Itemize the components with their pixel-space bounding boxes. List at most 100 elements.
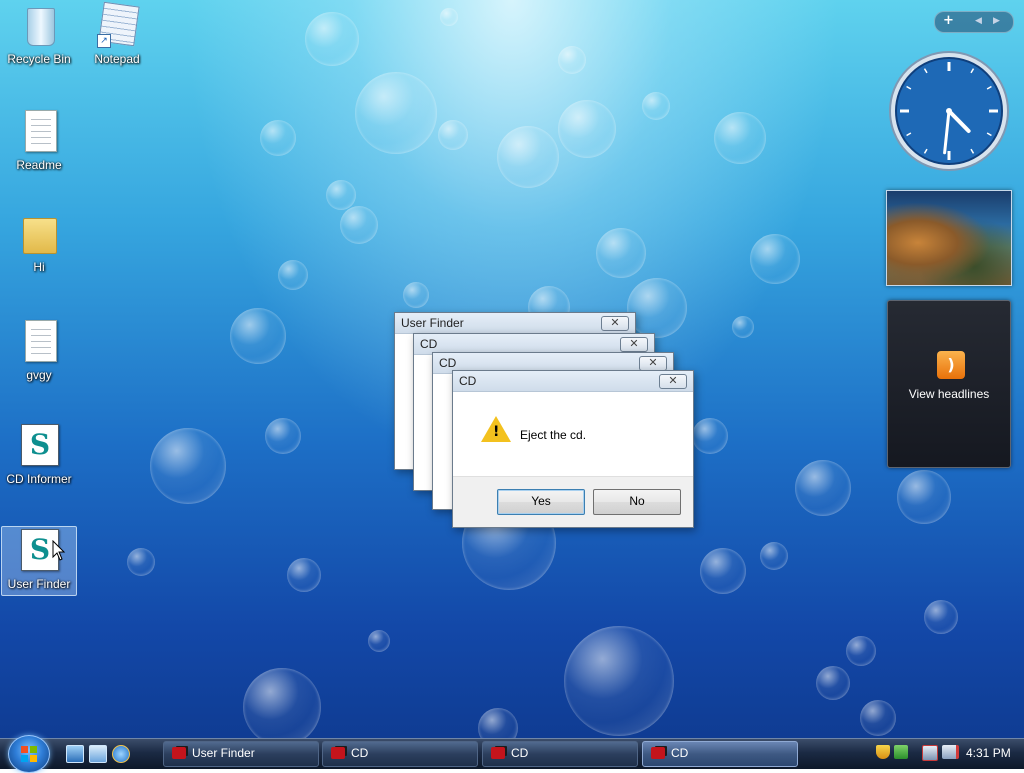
script-icon: S bbox=[19, 424, 59, 468]
sidebar-toolbar: + ◀ ▶ bbox=[934, 11, 1014, 33]
bubble bbox=[846, 636, 876, 666]
bubble bbox=[596, 228, 646, 278]
dialog-title: CD bbox=[420, 337, 438, 351]
desktop-icon-notepad[interactable]: ↗ Notepad bbox=[80, 1, 154, 70]
taskbar-button-label: CD bbox=[351, 746, 369, 760]
bubble bbox=[440, 8, 458, 26]
bubble bbox=[497, 126, 559, 188]
close-button[interactable]: ✕ bbox=[601, 316, 629, 331]
bubble bbox=[230, 308, 286, 364]
bubble bbox=[243, 668, 321, 738]
switch-windows-icon[interactable] bbox=[89, 745, 107, 763]
close-button[interactable]: ✕ bbox=[639, 356, 667, 371]
mouse-cursor-icon bbox=[52, 540, 66, 561]
desktop-icon-readme[interactable]: Readme bbox=[2, 110, 76, 176]
app-icon bbox=[331, 747, 345, 759]
dialog-button-bar: Yes No bbox=[453, 476, 693, 527]
close-button[interactable]: ✕ bbox=[659, 374, 687, 389]
dialog-message: Eject the cd. bbox=[520, 428, 587, 442]
bubble bbox=[127, 548, 155, 576]
dialog-title: User Finder bbox=[401, 316, 464, 330]
desktop-icon-label: Recycle Bin bbox=[7, 52, 71, 66]
view-headlines-label[interactable]: View headlines bbox=[888, 387, 1010, 401]
taskbar-button-cd[interactable]: CD bbox=[322, 741, 478, 767]
show-desktop-icon[interactable] bbox=[66, 745, 84, 763]
dialog-title: CD bbox=[439, 356, 457, 370]
bubble bbox=[732, 316, 754, 338]
bubble bbox=[287, 558, 321, 592]
bubble bbox=[326, 180, 356, 210]
desktop-icon-label: Readme bbox=[16, 158, 62, 172]
bubble bbox=[627, 278, 687, 338]
desktop-icon-hi-folder[interactable]: Hi bbox=[2, 212, 76, 278]
bubble bbox=[478, 708, 518, 738]
bubble bbox=[355, 72, 437, 154]
app-icon bbox=[172, 747, 186, 759]
desktop-icon-gvgy[interactable]: gvgy bbox=[2, 320, 76, 386]
bubble bbox=[265, 418, 301, 454]
dialog-titlebar[interactable]: CD ✕ bbox=[453, 371, 693, 392]
desktop-icon-label: Notepad bbox=[94, 52, 140, 66]
bubble bbox=[860, 700, 896, 736]
bubble bbox=[816, 666, 850, 700]
slideshow-gadget[interactable] bbox=[886, 190, 1012, 286]
bubble bbox=[795, 460, 851, 516]
bubble bbox=[642, 92, 670, 120]
text-document-icon bbox=[19, 320, 59, 364]
yes-button[interactable]: Yes bbox=[497, 489, 585, 515]
desktop-icon-recycle-bin[interactable]: Recycle Bin bbox=[2, 4, 76, 70]
taskbar-button-cd-active[interactable]: CD bbox=[642, 741, 798, 767]
security-shield-icon[interactable] bbox=[876, 745, 890, 759]
taskbar-button-label: User Finder bbox=[192, 746, 255, 760]
dialog-body: ! Eject the cd. Yes No bbox=[453, 392, 693, 527]
next-page-button[interactable]: ▶ bbox=[993, 12, 1000, 30]
notepad-icon: ↗ bbox=[97, 1, 140, 48]
desktop-icon-label: User Finder bbox=[7, 577, 71, 591]
dialog-titlebar[interactable]: User Finder ✕ bbox=[395, 313, 635, 334]
desktop-icon-cd-informer[interactable]: S CD Informer bbox=[2, 424, 76, 490]
bubble bbox=[714, 112, 766, 164]
previous-page-button[interactable]: ◀ bbox=[975, 12, 982, 30]
windows-logo-icon bbox=[21, 746, 37, 762]
taskbar-button-label: CD bbox=[671, 746, 689, 760]
bubble bbox=[692, 418, 728, 454]
folder-icon bbox=[19, 212, 59, 256]
internet-explorer-icon[interactable] bbox=[112, 745, 130, 763]
bubble bbox=[278, 260, 308, 290]
rss-icon: ) bbox=[937, 351, 965, 379]
app-icon bbox=[491, 747, 505, 759]
add-gadget-button[interactable]: + bbox=[943, 12, 954, 30]
taskbar-button-user-finder[interactable]: User Finder bbox=[163, 741, 319, 767]
recycle-bin-icon bbox=[19, 4, 59, 48]
bubble bbox=[558, 100, 616, 158]
taskbar-button-cd[interactable]: CD bbox=[482, 741, 638, 767]
desktop[interactable]: Recycle Bin ↗ Notepad Readme Hi gvgy S C… bbox=[0, 0, 1024, 738]
text-document-icon bbox=[19, 110, 59, 154]
warning-icon-mark: ! bbox=[493, 424, 500, 440]
dialog-cd-active[interactable]: CD ✕ ! Eject the cd. Yes No bbox=[452, 370, 694, 528]
close-button[interactable]: ✕ bbox=[620, 337, 648, 352]
taskbar-button-label: CD bbox=[511, 746, 529, 760]
bubble bbox=[260, 120, 296, 156]
clock-gadget[interactable] bbox=[888, 50, 1010, 172]
bubble bbox=[897, 470, 951, 524]
bubble bbox=[760, 542, 788, 570]
bubble bbox=[750, 234, 800, 284]
bubble bbox=[340, 206, 378, 244]
bubble bbox=[305, 12, 359, 66]
bubble bbox=[368, 630, 390, 652]
bubble bbox=[150, 428, 226, 504]
taskbar: User Finder CD CD CD 4:31 PM bbox=[0, 735, 1024, 773]
dialog-title: CD bbox=[459, 374, 477, 388]
bubble bbox=[924, 600, 958, 634]
volume-icon[interactable] bbox=[942, 745, 959, 759]
no-button[interactable]: No bbox=[593, 489, 681, 515]
network-icon[interactable] bbox=[922, 745, 938, 761]
desktop-icon-label: CD Informer bbox=[6, 472, 72, 486]
start-button[interactable] bbox=[8, 735, 50, 773]
bubble bbox=[438, 120, 468, 150]
desktop-icon-label: Hi bbox=[33, 260, 45, 274]
windows-update-icon[interactable] bbox=[894, 745, 908, 759]
feed-headlines-gadget[interactable]: ) View headlines bbox=[887, 300, 1011, 468]
taskbar-clock[interactable]: 4:31 PM bbox=[966, 746, 1011, 760]
